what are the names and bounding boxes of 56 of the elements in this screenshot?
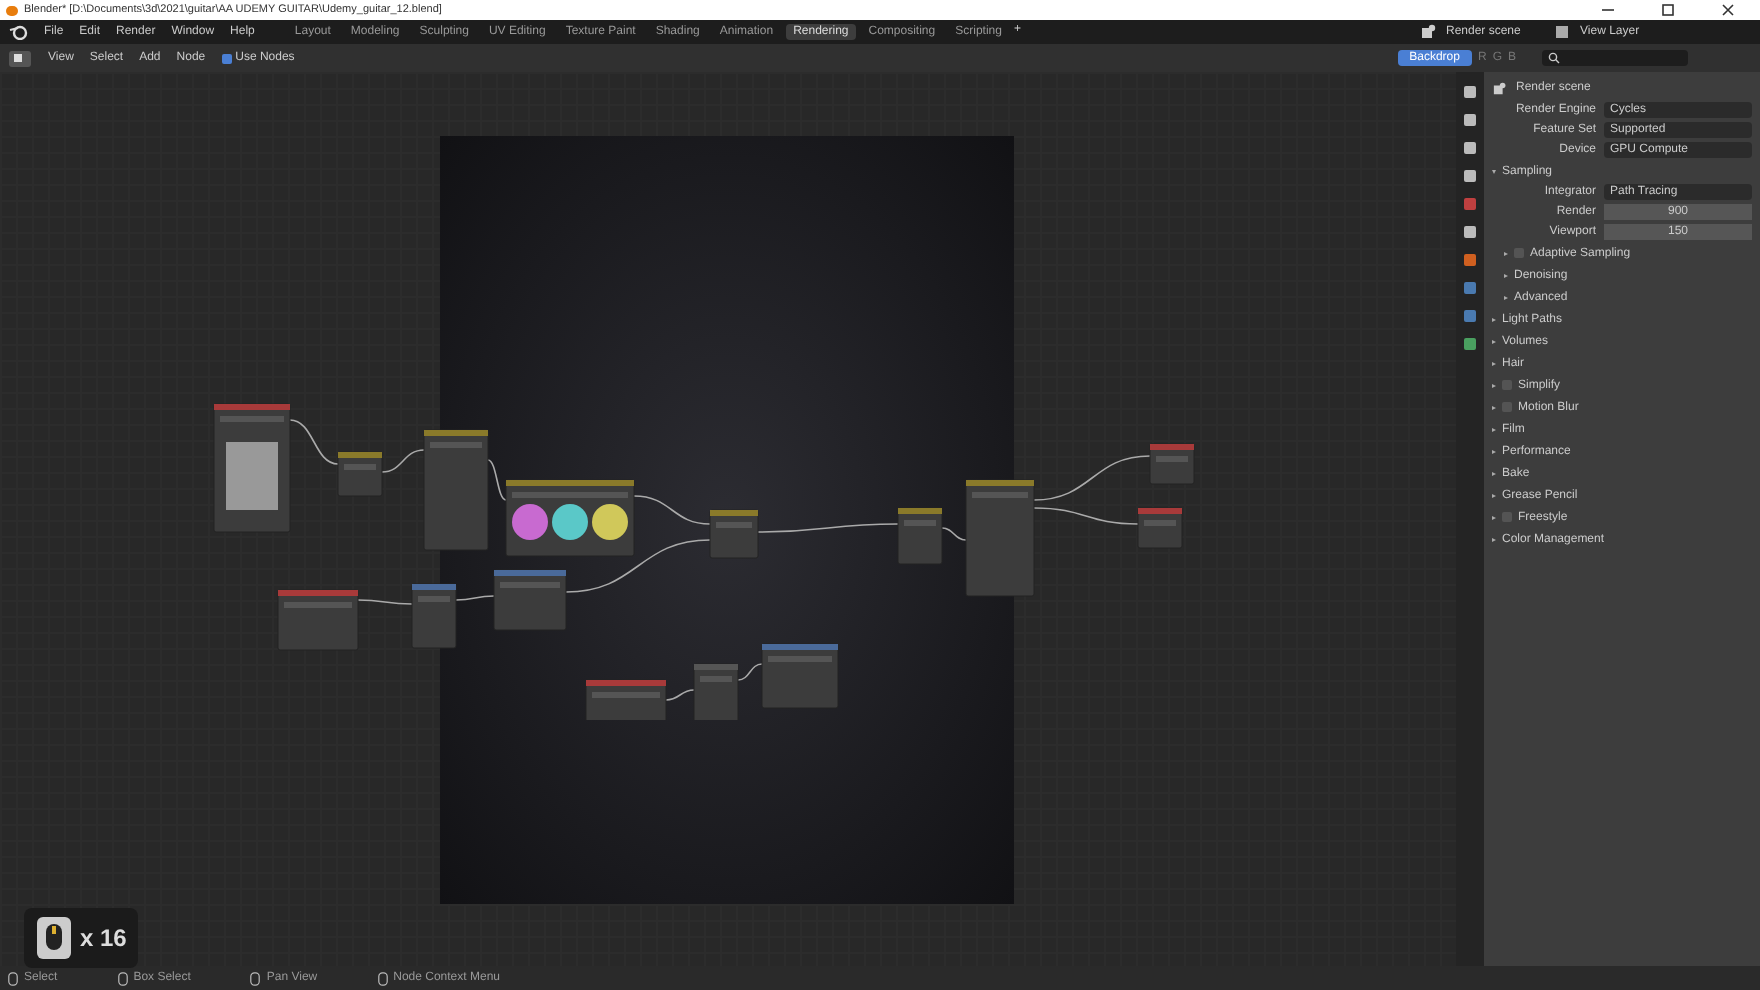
collapsed-arrow-icon[interactable]: [1492, 339, 1496, 343]
mouse-icon: [250, 971, 261, 985]
collapsed-arrow-icon[interactable]: [1492, 449, 1496, 453]
close-icon[interactable]: [1720, 4, 1736, 16]
minimize-icon[interactable]: [1600, 4, 1616, 16]
node-card[interactable]: [423, 429, 489, 551]
expanded-arrow-icon[interactable]: [1492, 169, 1496, 173]
node-card[interactable]: [1137, 507, 1183, 549]
node-link: [665, 689, 695, 701]
collapsed-arrow-icon[interactable]: [1492, 361, 1496, 365]
collapsed-arrow-icon[interactable]: [1492, 515, 1496, 519]
node-card[interactable]: [277, 589, 359, 651]
node-link: [941, 527, 967, 541]
node-card[interactable]: [693, 663, 739, 720]
collapsed-arrow-icon[interactable]: [1492, 405, 1496, 409]
collapsed-arrow-icon[interactable]: [1492, 317, 1496, 321]
node-card[interactable]: [585, 679, 667, 720]
node-card[interactable]: [493, 569, 567, 631]
maximize-icon[interactable]: [1660, 4, 1676, 16]
collapsed-arrow-icon[interactable]: [1492, 493, 1496, 497]
node-card[interactable]: [897, 507, 943, 565]
collapsed-arrow-icon[interactable]: [1504, 273, 1508, 277]
node-card[interactable]: [1149, 443, 1195, 485]
mouse-icon: [117, 971, 128, 985]
node-link: [357, 599, 413, 605]
mouse-icon: [377, 971, 388, 985]
node-link: [487, 459, 507, 501]
node-card[interactable]: [411, 583, 457, 649]
scene-icon[interactable]: [1420, 24, 1438, 40]
node-card[interactable]: [709, 509, 759, 559]
node-link: [455, 595, 495, 601]
view-layer-icon[interactable]: [1554, 24, 1572, 40]
node-card[interactable]: [965, 479, 1035, 597]
collapsed-arrow-icon[interactable]: [1492, 383, 1496, 387]
node-link: [381, 449, 425, 473]
collapsed-arrow-icon[interactable]: [1504, 295, 1508, 299]
node-link: [633, 495, 711, 525]
collapsed-arrow-icon[interactable]: [1492, 537, 1496, 541]
search-field[interactable]: [1542, 50, 1688, 66]
node-link: [1033, 507, 1139, 525]
node-card[interactable]: [337, 451, 383, 497]
collapsed-arrow-icon[interactable]: [1504, 251, 1508, 255]
search-icon: [1548, 52, 1560, 64]
mouse-icon: [36, 916, 72, 960]
collapsed-arrow-icon[interactable]: [1492, 427, 1496, 431]
click-count: x 16: [80, 924, 127, 952]
node-card[interactable]: [213, 403, 291, 533]
mouse-icon: [8, 971, 18, 985]
node-link: [737, 663, 763, 681]
collapsed-arrow-icon[interactable]: [1492, 471, 1496, 475]
node-editor-icon[interactable]: [8, 49, 32, 67]
node-link: [289, 419, 339, 465]
node-card[interactable]: [505, 479, 635, 557]
node-link: [1033, 455, 1151, 501]
scene-icon: [1492, 81, 1508, 95]
node-card[interactable]: [761, 643, 839, 709]
